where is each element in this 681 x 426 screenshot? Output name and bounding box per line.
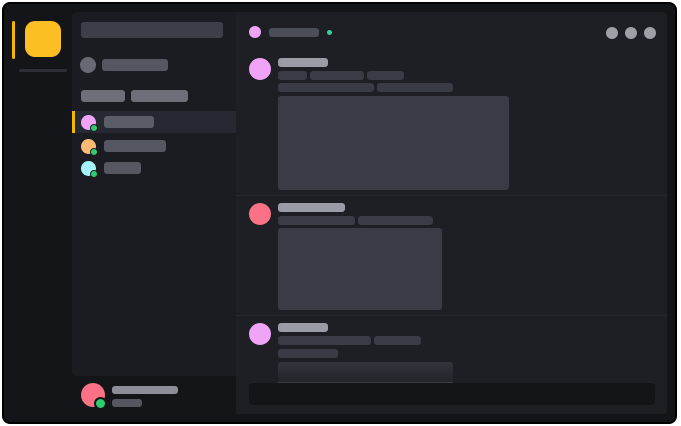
search-bar-placeholder[interactable]: [81, 22, 223, 38]
online-status-icon: [94, 397, 107, 410]
message-text-placeholder: [374, 336, 421, 345]
scroll-fade: [236, 356, 667, 382]
message-text-placeholder: [310, 71, 364, 80]
message-text-placeholder: [358, 216, 433, 225]
message-text-placeholder: [278, 336, 371, 345]
message-text-placeholder: [367, 71, 404, 80]
dm-name-placeholder: [104, 162, 141, 174]
server-active-indicator: [12, 21, 15, 59]
message-text-placeholder: [278, 216, 355, 225]
online-status-icon: [90, 123, 98, 132]
dm-avatar: [81, 160, 98, 178]
header-avatar: [249, 26, 261, 38]
dm-name-placeholder: [104, 116, 154, 128]
message-divider: [236, 315, 667, 316]
message-avatar[interactable]: [249, 203, 271, 225]
server-rail: [4, 4, 72, 422]
section-chip-1[interactable]: [81, 90, 125, 102]
message-attachment[interactable]: [278, 228, 442, 310]
message-avatar[interactable]: [249, 323, 271, 345]
app-window: [2, 2, 677, 424]
section-chip-2[interactable]: [131, 90, 188, 102]
dm-avatar: [81, 138, 98, 156]
dm-item-3[interactable]: [72, 157, 236, 179]
chat-header: [236, 12, 667, 42]
dm-sidebar: [72, 12, 236, 376]
header-title-placeholder: [269, 28, 319, 37]
call-icon[interactable]: [606, 27, 618, 39]
video-icon[interactable]: [625, 27, 637, 39]
dm-active-indicator: [72, 111, 75, 133]
user-status-placeholder: [112, 399, 142, 407]
username-placeholder: [112, 386, 178, 394]
server-icon[interactable]: [25, 21, 61, 57]
more-icon[interactable]: [644, 27, 656, 39]
dm-name-placeholder: [104, 140, 166, 152]
online-status-icon: [90, 169, 98, 178]
dm-avatar: [81, 114, 98, 132]
message-text-placeholder: [278, 71, 307, 80]
message-input[interactable]: [249, 383, 655, 405]
chat-pane: [236, 12, 667, 414]
message-author-placeholder[interactable]: [278, 203, 345, 212]
message-author-placeholder[interactable]: [278, 58, 328, 67]
user-panel: [72, 376, 236, 422]
friends-item[interactable]: [80, 56, 168, 74]
pinned-avatar-icon: [80, 57, 96, 73]
message-author-placeholder[interactable]: [278, 323, 328, 332]
online-status-icon: [90, 147, 98, 156]
online-status-icon: [327, 30, 332, 35]
rail-divider: [19, 69, 67, 72]
friends-label-placeholder: [102, 59, 168, 71]
message-text-placeholder: [377, 83, 453, 92]
message-attachment[interactable]: [278, 96, 509, 190]
user-avatar[interactable]: [81, 383, 107, 410]
message-divider: [236, 195, 667, 196]
message-text-placeholder: [278, 83, 374, 92]
dm-item-1[interactable]: [72, 111, 236, 133]
message-avatar[interactable]: [249, 58, 271, 80]
dm-item-2[interactable]: [72, 135, 236, 157]
